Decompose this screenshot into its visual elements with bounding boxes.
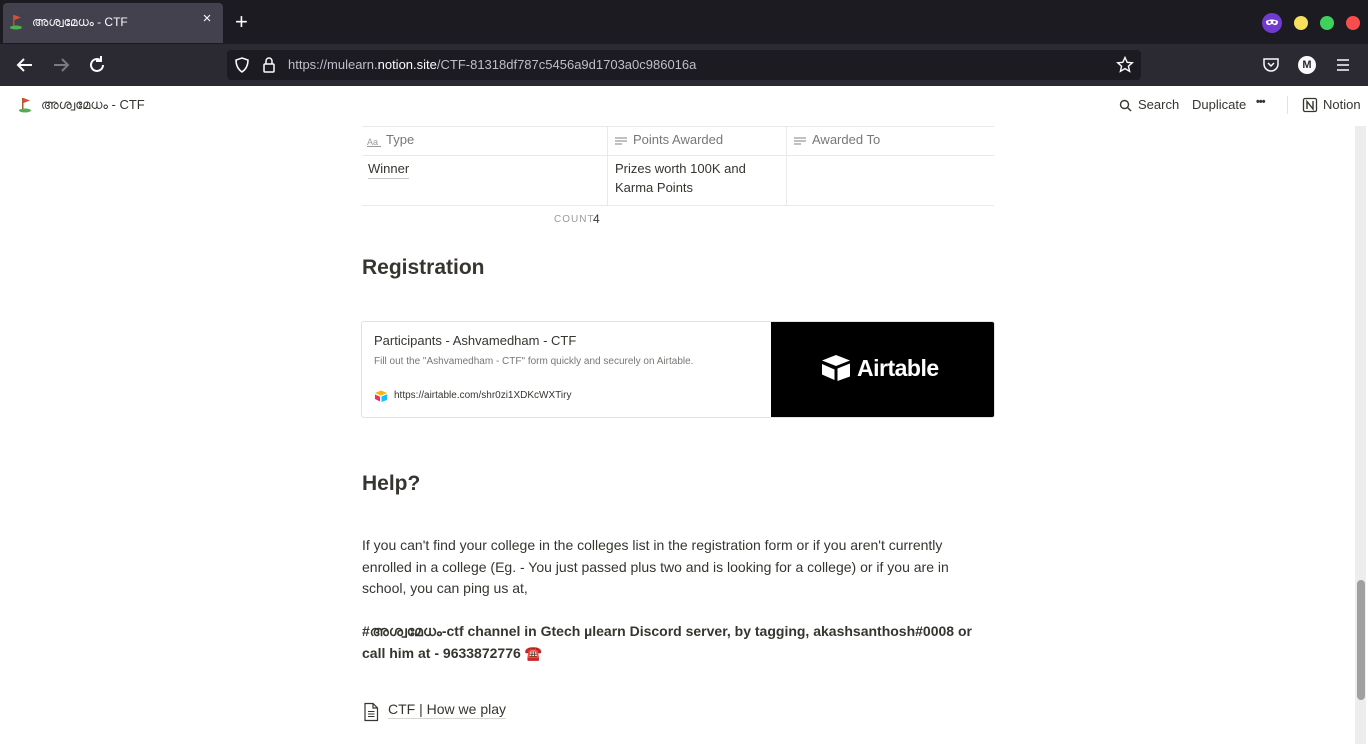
url-host: notion.site [377, 57, 437, 72]
flag-page-icon[interactable] [18, 97, 34, 113]
url-path: /CTF-81318df787c5456a9d1703a0c986016a [436, 57, 697, 72]
search-button[interactable]: Search [1138, 97, 1179, 112]
column-header-points[interactable]: Points Awarded [633, 132, 723, 147]
help-paragraph: If you can't find your college in the co… [362, 537, 949, 596]
lock-icon[interactable] [261, 56, 277, 74]
column-header-type[interactable]: Type [386, 132, 414, 147]
table-header-border [362, 155, 994, 156]
close-window-button[interactable] [1346, 16, 1360, 30]
forward-arrow-icon[interactable] [49, 53, 73, 77]
table-top-border [362, 126, 994, 127]
scrollbar-thumb[interactable] [1357, 580, 1365, 700]
airtable-logo-icon [822, 355, 850, 381]
text-property-icon [615, 137, 627, 145]
table-col-divider [786, 126, 787, 206]
tracking-shield-icon[interactable] [233, 56, 251, 74]
text-property-icon [794, 137, 806, 145]
bookmark-title: Participants - Ashvamedham - CTF [374, 333, 577, 348]
contact-paragraph: #അശ്വമേധം-ctf channel in Gtech µlearn Di… [362, 623, 972, 661]
topbar-divider [1287, 96, 1288, 114]
tab-title: അശ്വമേധം - CTF [32, 15, 128, 29]
private-browsing-mask-icon [1262, 13, 1282, 33]
notion-logo-icon [1302, 97, 1318, 113]
airtable-wordmark: Airtable [857, 355, 939, 381]
url-text[interactable]: https://mulearn.notion.site/CTF-81318df7… [288, 57, 696, 72]
bookmark-url: https://airtable.com/shr0zi1XDKcWXTiry [394, 390, 572, 401]
airtable-bookmark[interactable]: Participants - Ashvamedham - CTF Fill ou… [361, 321, 995, 418]
tab-close-icon[interactable]: × [198, 10, 216, 27]
page-document-icon [364, 702, 379, 722]
svg-text:Aa: Aa [367, 137, 378, 147]
flag-favicon-icon [10, 15, 22, 30]
account-avatar[interactable]: M [1298, 56, 1316, 74]
url-prefix: https://mulearn. [288, 57, 378, 72]
table-cell-type[interactable]: Winner [368, 159, 410, 179]
more-options-button[interactable]: ••• [1256, 96, 1266, 108]
bookmark-star-icon[interactable] [1116, 56, 1134, 74]
duplicate-button[interactable]: Duplicate [1192, 97, 1246, 112]
bookmark-cover-image: Airtable [771, 322, 994, 417]
table-count-value: 4 [593, 212, 600, 226]
breadcrumb-page-title[interactable]: അശ്വമേധം - CTF [41, 97, 145, 113]
title-property-icon: Aa [367, 137, 381, 147]
pocket-icon[interactable] [1262, 56, 1280, 74]
notion-link[interactable]: Notion [1323, 97, 1361, 112]
table-cell-points[interactable]: Prizes worth 100K and Karma Points [615, 159, 765, 197]
registration-heading: Registration [362, 256, 485, 279]
new-tab-button[interactable]: + [235, 9, 248, 35]
maximize-window-button[interactable] [1320, 16, 1334, 30]
hamburger-menu-icon[interactable] [1334, 56, 1352, 74]
help-heading: Help? [362, 472, 421, 495]
table-col-divider [607, 126, 608, 206]
page-link-label: CTF | How we play [388, 701, 506, 719]
back-arrow-icon[interactable] [13, 53, 37, 77]
minimize-window-button[interactable] [1294, 16, 1308, 30]
bookmark-description: Fill out the "Ashvamedham - CTF" form qu… [374, 356, 694, 367]
table-count-label: COUNT [554, 214, 595, 225]
table-cell-awarded-to[interactable] [795, 159, 985, 199]
column-header-awarded-to[interactable]: Awarded To [812, 132, 880, 147]
table-bottom-border [362, 205, 994, 206]
reload-icon[interactable] [85, 53, 109, 77]
search-icon[interactable] [1119, 99, 1132, 112]
airtable-favicon-icon [375, 390, 387, 402]
